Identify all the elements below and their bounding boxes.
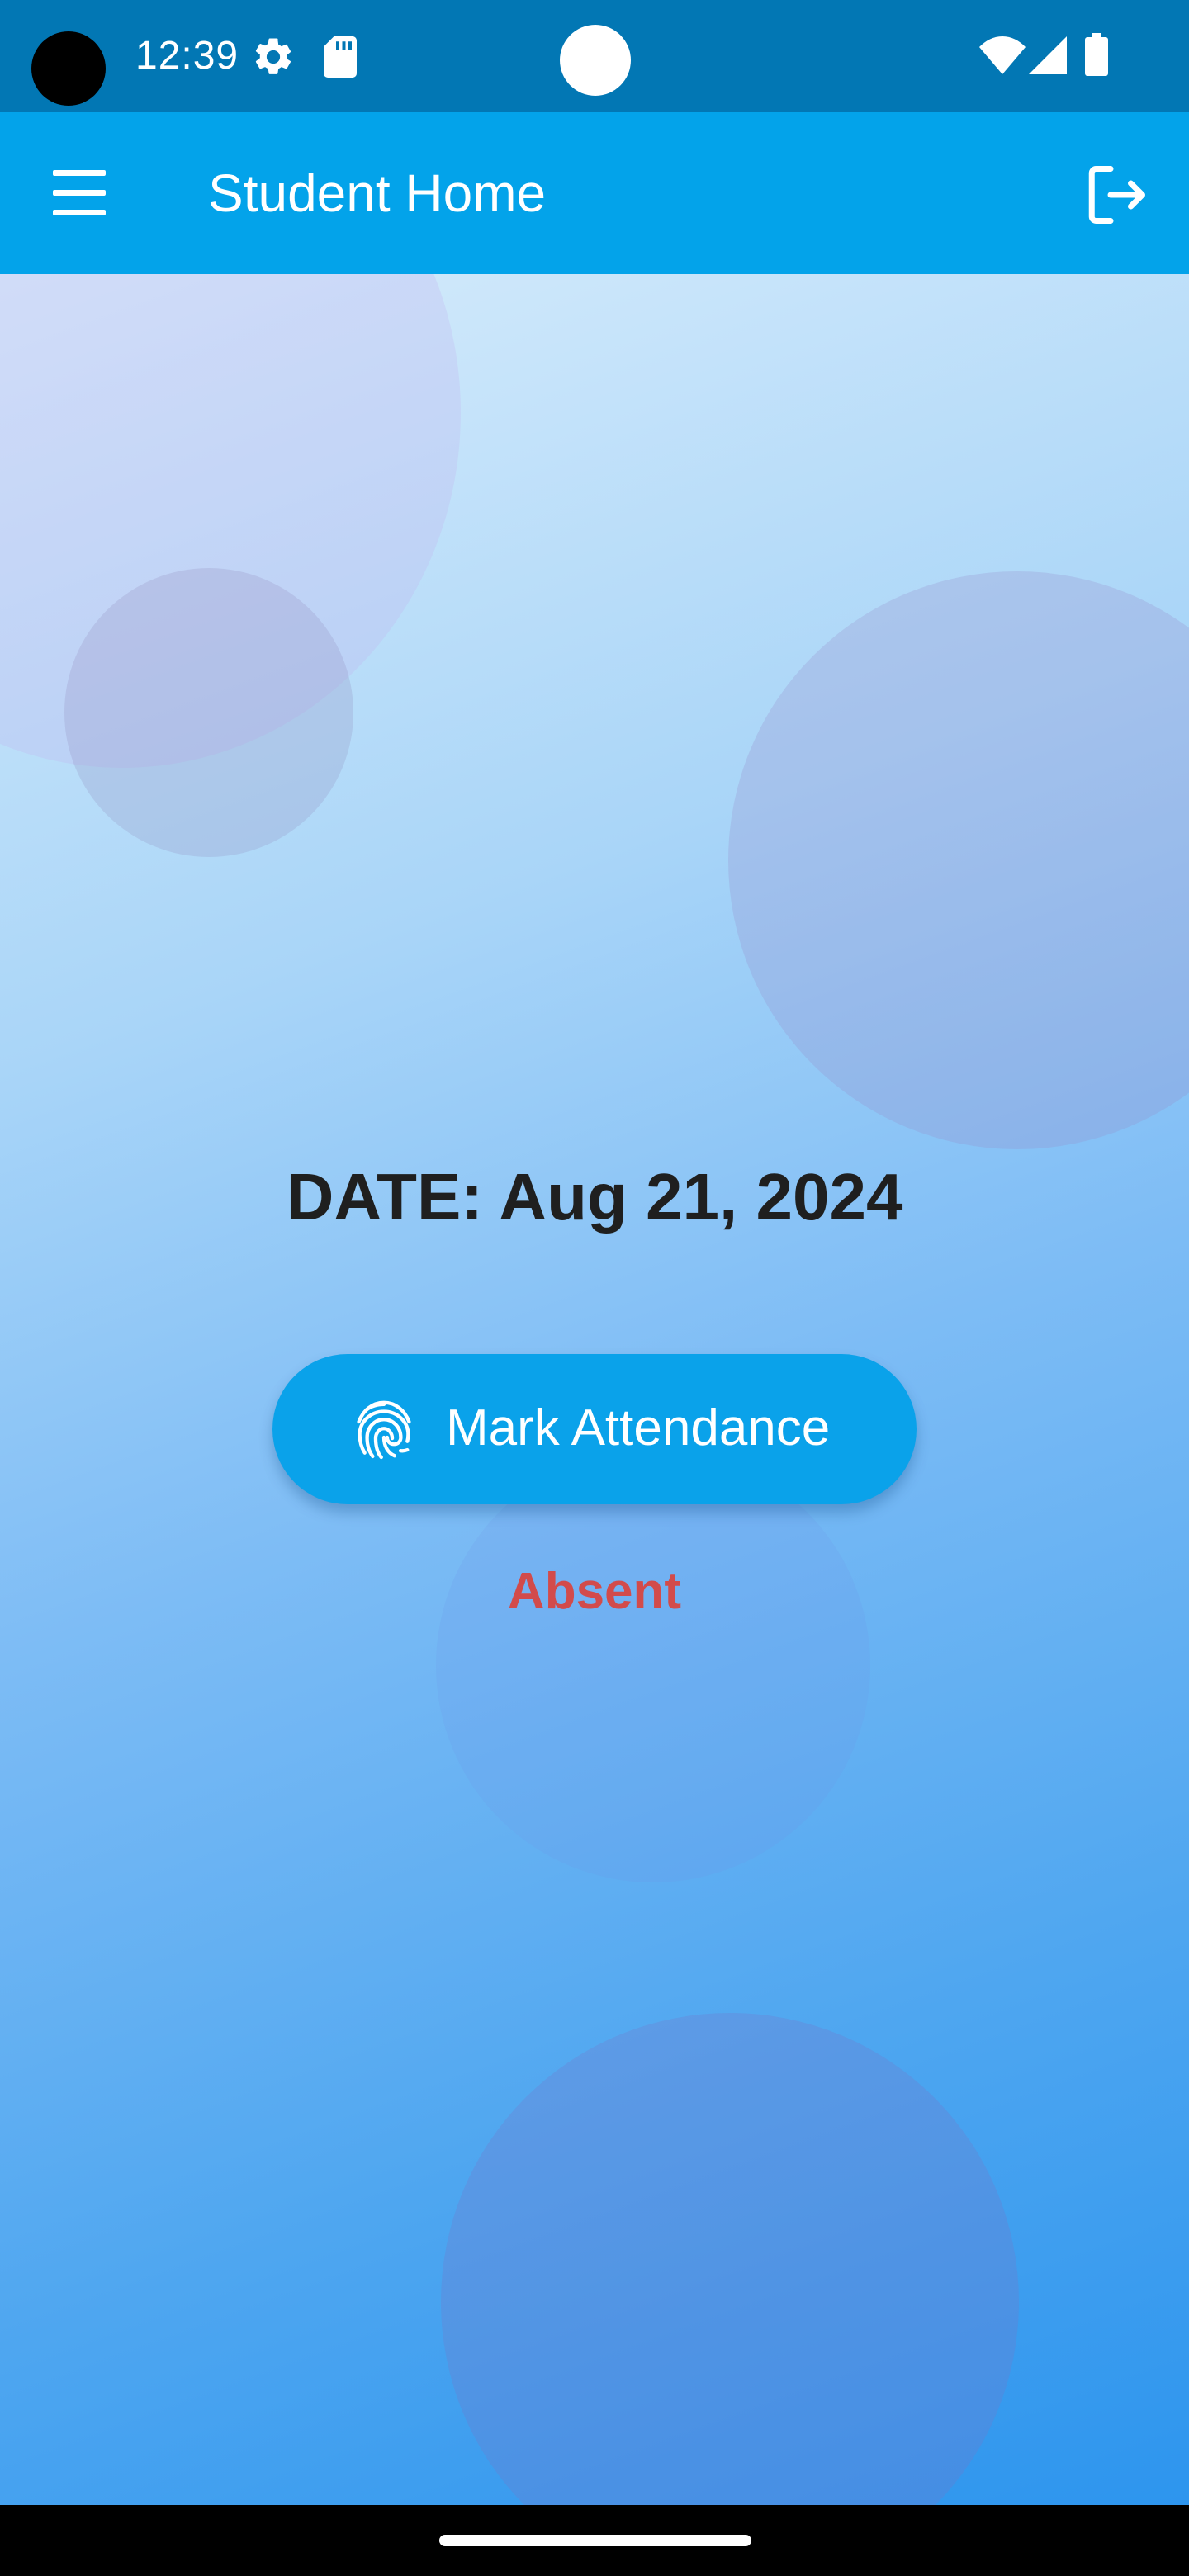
logout-icon[interactable]	[1082, 160, 1151, 230]
mark-attendance-button[interactable]: Mark Attendance	[272, 1354, 917, 1504]
attendance-status: Absent	[507, 1563, 682, 1620]
page-title: Student Home	[208, 163, 547, 223]
status-bar: 12:39	[0, 0, 1189, 112]
menu-icon[interactable]	[46, 163, 112, 223]
date-label: DATE: Aug 21, 2024	[286, 1160, 903, 1234]
decorative-bubble	[436, 1448, 870, 1882]
wifi-icon	[979, 36, 1026, 74]
main-content: DATE: Aug 21, 2024 Mark Attendance Absen…	[0, 274, 1189, 2505]
navigation-bar	[0, 2505, 1189, 2576]
signal-icon	[1029, 36, 1067, 74]
mark-attendance-label: Mark Attendance	[446, 1399, 831, 1456]
camera-hole	[31, 31, 106, 106]
decorative-bubble	[64, 568, 353, 857]
decorative-bubble	[728, 571, 1189, 1149]
status-time: 12:39	[135, 34, 239, 78]
app-bar: Student Home	[0, 112, 1189, 274]
decorative-bubble	[441, 2013, 1019, 2505]
settings-icon	[255, 38, 291, 74]
fingerprint-icon	[357, 1400, 411, 1460]
battery-icon	[1085, 33, 1108, 76]
home-gesture-handle[interactable]	[439, 2535, 751, 2546]
front-camera-dot	[560, 25, 631, 96]
sd-card-icon	[324, 36, 357, 78]
